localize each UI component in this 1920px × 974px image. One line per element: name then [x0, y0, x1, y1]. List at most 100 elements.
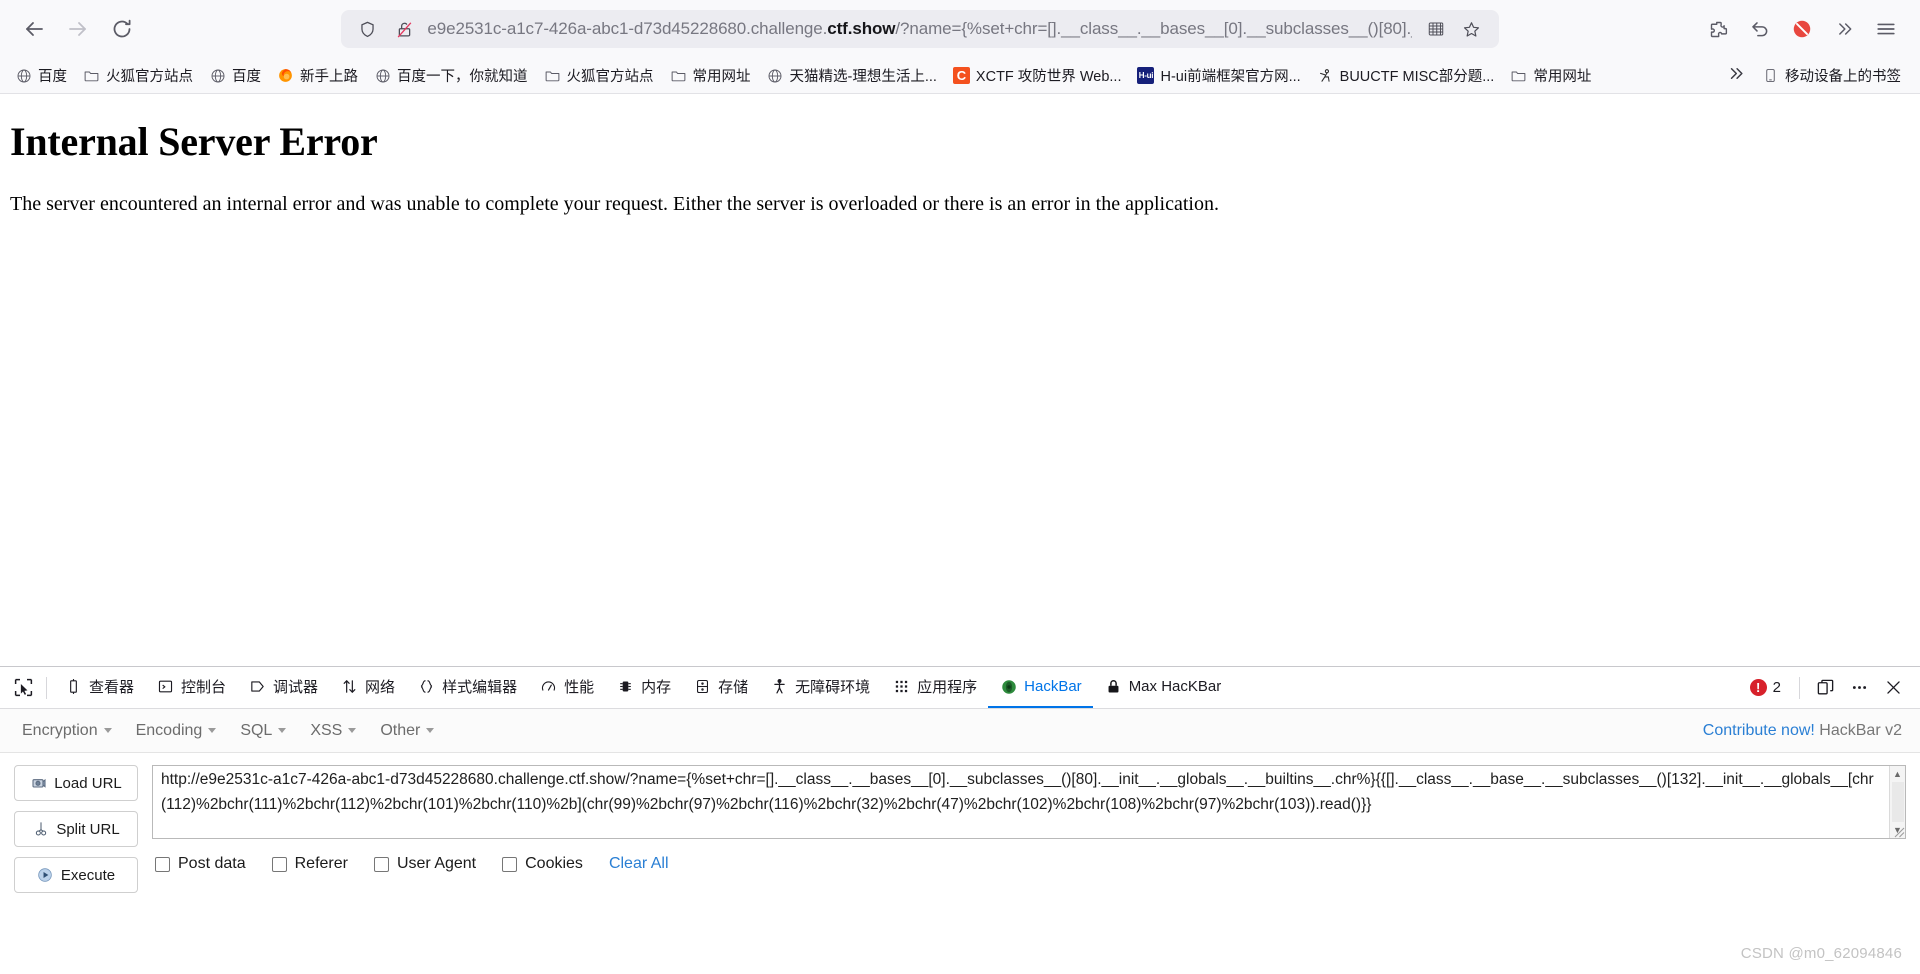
bookmark-item[interactable]: 新手上路 [270, 61, 365, 90]
bookmark-label: H-ui前端框架官方网... [1160, 69, 1301, 85]
hackbar-icon [999, 677, 1018, 696]
tab-storage[interactable]: 存储 [682, 667, 759, 708]
url-suffix: /?name={%set+chr=[].__class__.__bases__[… [895, 19, 1412, 38]
urlbar-actions [1421, 14, 1487, 44]
tab-debugger[interactable]: 调试器 [237, 667, 329, 708]
close-icon[interactable] [1878, 673, 1908, 703]
chevron-down-icon [208, 728, 217, 733]
checkbox-user-agent[interactable]: User Agent [373, 855, 476, 873]
tab-max-hackbar[interactable]: Max HacKBar [1093, 667, 1233, 708]
load-url-button[interactable]: Load URL [14, 765, 138, 801]
bookmark-item[interactable]: 百度 [202, 61, 268, 90]
lock-broken-icon[interactable] [390, 14, 418, 44]
tab-performance[interactable]: 性能 [528, 667, 605, 708]
bookmark-item[interactable]: 火狐官方站点 [76, 61, 200, 90]
checkbox-cookies[interactable]: Cookies [502, 855, 583, 873]
execute-button[interactable]: Execute [14, 857, 138, 893]
element-picker-icon[interactable] [6, 671, 40, 705]
watermark: CSDN @m0_62094846 [1740, 945, 1902, 962]
tab-inspector[interactable]: 查看器 [53, 667, 145, 708]
chevron-double-right-icon[interactable] [1726, 64, 1745, 88]
hackbar-menu-bar: Encryption Encoding SQL XSS Other Contri… [0, 709, 1920, 753]
chevron-double-right-icon[interactable] [1824, 9, 1864, 49]
bookmark-item[interactable]: 火狐官方站点 [537, 61, 661, 90]
bookmarks-overflow-area: 移动设备上的书签 [1726, 61, 1912, 90]
split-url-button[interactable]: Split URL [14, 811, 138, 847]
menu-encryption[interactable]: Encryption [10, 716, 124, 746]
tab-accessibility[interactable]: 无障碍环境 [759, 667, 881, 708]
bookmark-item[interactable]: 常用网址 [1503, 61, 1598, 90]
tab-label: 无障碍环境 [795, 679, 871, 696]
error-count-badge[interactable]: ! 2 [1742, 679, 1789, 696]
address-bar[interactable]: e9e2531c-a1c7-426a-abc1-d73d45228680.cha… [341, 10, 1499, 48]
folder-icon [544, 67, 561, 84]
tab-memory[interactable]: 内存 [605, 667, 682, 708]
bookmark-item[interactable]: 天猫精选-理想生活上... [760, 61, 944, 90]
hamburger-menu-icon[interactable] [1866, 9, 1906, 49]
checkbox-post-data[interactable]: Post data [155, 855, 246, 873]
error-badge-icon: ! [1749, 679, 1767, 696]
checkbox-box[interactable] [155, 856, 170, 872]
bookmark-label: 百度一下，你就知道 [397, 69, 528, 85]
checkbox-box[interactable] [502, 856, 518, 872]
globe-icon [15, 67, 32, 84]
split-url-icon [32, 821, 49, 838]
bookmark-label: 常用网址 [1533, 69, 1592, 85]
bookmark-item[interactable]: 常用网址 [663, 61, 758, 90]
checkbox-box[interactable] [271, 856, 287, 872]
undo-icon[interactable] [1740, 9, 1780, 49]
resize-handle-icon[interactable] [1891, 824, 1905, 838]
bookmark-item[interactable]: 百度一下，你就知道 [367, 61, 535, 90]
bookmarks-toolbar: 百度 火狐官方站点 百度 新手上路 百度一下，你就知道 火狐官方站点 常用网址 [0, 58, 1920, 94]
checkbox-referer[interactable]: Referer [271, 855, 348, 873]
scroll-up-arrow-icon[interactable]: ▲ [1891, 767, 1905, 781]
tab-style-editor[interactable]: 样式编辑器 [406, 667, 528, 708]
hackbar-url-input[interactable]: http://e9e2531c-a1c7-426a-abc1-d73d45228… [153, 766, 1889, 838]
menu-xss[interactable]: XSS [298, 716, 368, 746]
checkbox-box[interactable] [373, 856, 389, 872]
menu-label: Encoding [135, 721, 203, 739]
firefox-icon [277, 67, 294, 84]
scrollbar-thumb[interactable] [1891, 782, 1904, 822]
console-icon [156, 677, 175, 696]
devtools-toolbar-right: ! 2 [1742, 673, 1914, 703]
tab-application[interactable]: 应用程序 [881, 667, 988, 708]
reload-button[interactable] [102, 9, 142, 49]
chevron-down-icon [348, 728, 357, 733]
bookmark-label: 百度 [232, 69, 261, 85]
menu-other[interactable]: Other [368, 716, 446, 746]
shield-icon[interactable] [353, 14, 381, 44]
checkbox-label: Cookies [525, 855, 583, 872]
hackbar-version: HackBar v2 [1819, 721, 1902, 739]
contribute-link[interactable]: Contribute now! [1703, 722, 1815, 739]
puzzle-extension-icon[interactable] [1698, 9, 1738, 49]
bookmark-item-mobile[interactable]: 移动设备上的书签 [1755, 61, 1908, 90]
back-button[interactable] [14, 9, 54, 49]
dock-split-icon[interactable] [1810, 673, 1840, 703]
menu-encoding[interactable]: Encoding [124, 716, 229, 746]
bookmark-item[interactable]: H-ui H-ui前端框架官方网... [1130, 61, 1307, 90]
globe-icon [767, 67, 784, 84]
url-text[interactable]: e9e2531c-a1c7-426a-abc1-d73d45228680.cha… [427, 10, 1412, 48]
mobile-bookmarks-icon [1762, 67, 1779, 84]
tab-hackbar[interactable]: HackBar [988, 667, 1093, 708]
browser-chrome: e9e2531c-a1c7-426a-abc1-d73d45228680.cha… [0, 0, 1920, 94]
bookmark-item[interactable]: C XCTF 攻防世界 Web... [946, 61, 1129, 90]
bookmark-label: XCTF 攻防世界 Web... [975, 69, 1122, 85]
folder-icon [83, 67, 100, 84]
menu-label: Encryption [22, 721, 98, 739]
forward-button[interactable] [58, 9, 98, 49]
blocked-icon[interactable] [1782, 9, 1822, 49]
tab-label: 控制台 [181, 679, 227, 696]
bookmark-item[interactable]: 百度 [8, 61, 74, 90]
reader-view-icon[interactable] [1421, 14, 1451, 44]
star-icon[interactable] [1457, 14, 1487, 44]
bookmark-item[interactable]: BUUCTF MISC部分题... [1310, 61, 1502, 90]
tab-network[interactable]: 网络 [329, 667, 406, 708]
meatball-menu-icon[interactable] [1844, 673, 1874, 703]
tab-console[interactable]: 控制台 [145, 667, 237, 708]
checkbox-label: Post data [178, 855, 246, 872]
clear-all-link[interactable]: Clear All [609, 855, 669, 873]
toolbar-right-actions [1698, 9, 1906, 49]
menu-sql[interactable]: SQL [228, 716, 298, 746]
